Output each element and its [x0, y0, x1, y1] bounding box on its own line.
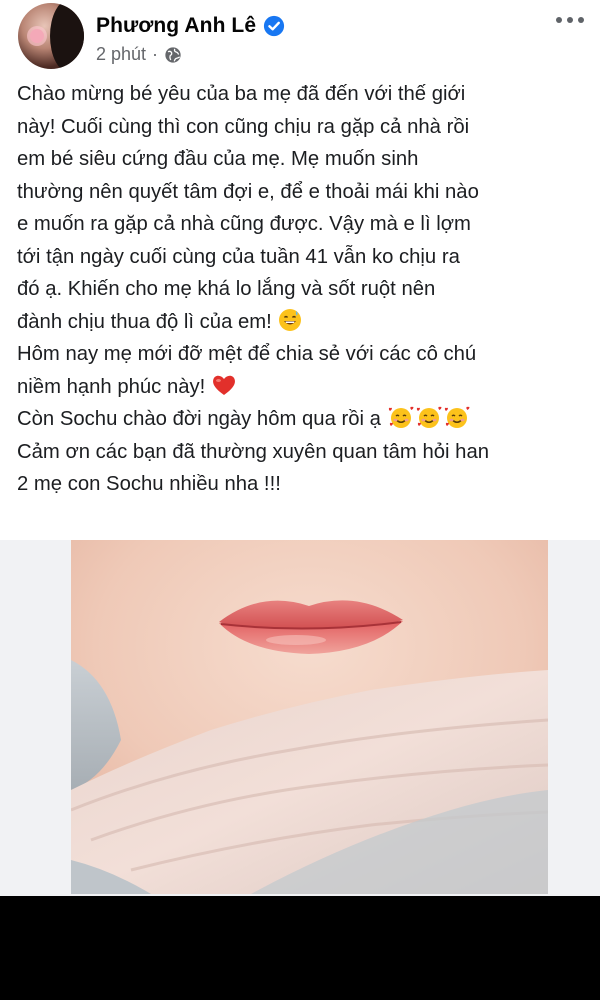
- more-dot: [578, 17, 584, 23]
- post-line: thường nên quyết tâm đợi e, để e thoải m…: [17, 180, 479, 203]
- more-options-icon[interactable]: [550, 8, 590, 32]
- post-line: Hôm nay mẹ mới đỡ mệt để chia sẻ với các…: [17, 343, 477, 365]
- post-line: Còn Sochu chào đời ngày hôm qua rồi ạ: [17, 408, 381, 430]
- post-line-with-emoji: đành chịu thua độ lì của em!: [17, 306, 589, 339]
- grinning-sweat-emoji: [278, 308, 302, 332]
- more-dot: [556, 17, 562, 23]
- post-line: em bé siêu cứng đầu của mẹ. Mẹ muốn sinh: [17, 148, 419, 170]
- smiling-face-with-hearts-emoji: [443, 405, 471, 429]
- post-line: đành chịu thua độ lì của em!: [17, 310, 272, 333]
- smiling-face-with-hearts-emoji: [387, 405, 415, 429]
- more-dot: [567, 17, 573, 23]
- post-time[interactable]: 2 phút: [96, 44, 146, 65]
- profile-avatar[interactable]: [18, 3, 84, 69]
- post-line: 2 mẹ con Sochu nhiều nha !!!: [17, 473, 281, 495]
- smiling-face-with-hearts-emoji: [415, 405, 443, 429]
- post-line: này! Cuối cùng thì con cũng chịu ra gặp …: [17, 115, 470, 138]
- post-line: tới tận ngày cuối cùng của tuần 41 vẫn k…: [17, 245, 460, 268]
- post-body: Chào mừng bé yêu của ba mẹ đã đến với th…: [17, 78, 589, 501]
- avatar-hair: [50, 3, 84, 69]
- baby-photo-illustration: [71, 540, 548, 894]
- post-meta: 2 phút ·: [96, 44, 182, 65]
- meta-separator: ·: [152, 44, 159, 64]
- post-line: đó ạ. Khiến cho mẹ khá lo lắng và sốt ru…: [17, 278, 436, 300]
- avatar-flower: [30, 29, 44, 43]
- post-line: Cảm ơn các bạn đã thường xuyên quan tâm …: [17, 440, 490, 463]
- author-name[interactable]: Phương Anh Lê: [96, 14, 256, 38]
- baby-lips-photo[interactable]: [71, 540, 548, 894]
- post-line-with-emoji: niềm hạnh phúc này!: [17, 371, 589, 404]
- red-heart-emoji: [211, 373, 237, 397]
- post-header: Phương Anh Lê 2 phút ·: [0, 0, 600, 76]
- post-line: e muốn ra gặp cả nhà cũng được. Vậy mà e…: [17, 213, 471, 235]
- bottom-black-bar: [0, 896, 600, 1000]
- author-row: Phương Anh Lê: [96, 11, 285, 41]
- post-line: Chào mừng bé yêu của ba mẹ đã đến với th…: [17, 83, 466, 105]
- post-line: niềm hạnh phúc này!: [17, 375, 206, 398]
- post-line-with-emoji: Còn Sochu chào đời ngày hôm qua rồi ạ: [17, 403, 589, 436]
- globe-icon[interactable]: [164, 46, 182, 64]
- verified-badge-icon: [264, 15, 285, 37]
